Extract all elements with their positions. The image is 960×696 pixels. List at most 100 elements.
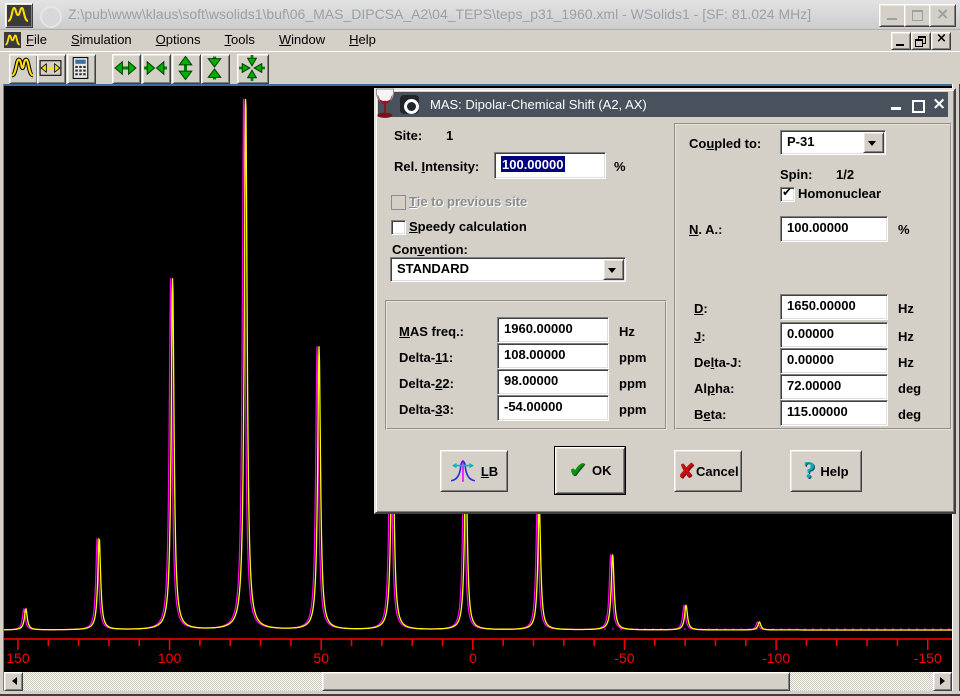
ok-button[interactable]: ✔ OK	[555, 447, 625, 494]
alpha-input[interactable]: 72.00000	[780, 374, 888, 400]
svg-text:100: 100	[158, 650, 182, 666]
j-unit: Hz	[898, 329, 914, 344]
convention-value: STANDARD	[391, 258, 625, 276]
cancel-icon: ✘	[677, 459, 695, 483]
mas-freq-input[interactable]: 1960.00000	[497, 317, 609, 343]
toolbar-lineshape-button[interactable]	[9, 54, 38, 84]
toolbar-expand-horizontal-button[interactable]	[112, 54, 141, 84]
toolbar-expand-width-button[interactable]	[37, 54, 66, 84]
site-label: Site:	[394, 128, 422, 143]
coupled-dropdown-button[interactable]	[863, 132, 884, 153]
scroll-right-button[interactable]	[933, 672, 952, 691]
delta-j-input[interactable]: 0.00000	[780, 348, 888, 374]
menu-help[interactable]: Help	[349, 32, 376, 47]
dialog-app-icon	[400, 95, 419, 114]
dialog-titlebar[interactable]: MAS: Dipolar-Chemical Shift (A2, AX) ×	[378, 92, 948, 117]
spin-label: Spin:	[780, 167, 813, 182]
wsolids-main-window: Z:\pub\www\klaus\soft\wsolids1\buf\06_MA…	[0, 0, 960, 696]
coupled-to-label: Coupled to:	[689, 136, 761, 151]
menu-simulation[interactable]: Simulation	[71, 32, 132, 47]
delta22-input[interactable]: 98.00000	[497, 369, 609, 395]
d-label: D:	[694, 301, 708, 316]
close-button[interactable]: ×	[929, 4, 956, 27]
delta33-input[interactable]: -54.00000	[497, 395, 609, 421]
speedy-checkbox[interactable]	[391, 220, 406, 235]
svg-text:-50: -50	[614, 650, 634, 666]
contract-horizontal-icon	[143, 55, 168, 81]
lb-button-label: LB	[481, 464, 498, 479]
dialog-maximize-button[interactable]	[908, 97, 927, 114]
mdi-restore-button[interactable]	[911, 32, 931, 50]
menu-tools[interactable]: Tools	[225, 32, 255, 47]
rel-intensity-input[interactable]: 100.00000	[494, 152, 606, 179]
mdi-close-button[interactable]: ×	[931, 32, 951, 50]
delta-j-value: 0.00000	[781, 349, 887, 367]
ok-button-label: OK	[592, 463, 612, 478]
mdi-spectrum-icon	[4, 32, 21, 48]
dialog-title: MAS: Dipolar-Chemical Shift (A2, AX)	[430, 97, 647, 112]
speedy-label: Speedy calculation	[409, 219, 527, 234]
j-input[interactable]: 0.00000	[780, 322, 888, 348]
menu-options[interactable]: Options	[156, 32, 201, 47]
toolbar-expand-vertical-button[interactable]	[172, 54, 201, 84]
convention-dropdown-button[interactable]	[603, 259, 624, 280]
toolbar-calculator-button[interactable]	[67, 54, 96, 84]
help-button-label: Help	[820, 464, 848, 479]
mdi-child-icon[interactable]	[4, 32, 21, 48]
delta-j-unit: Hz	[898, 355, 914, 370]
combo-arrow-icon	[608, 268, 616, 277]
d-input[interactable]: 1650.00000	[780, 294, 888, 320]
convention-combobox[interactable]: STANDARD	[390, 257, 626, 282]
csa-group: MAS freq.: 1960.00000 Hz Delta-11: 108.0…	[385, 300, 667, 430]
fit-to-window-icon	[238, 55, 266, 81]
dialog-minimize-button[interactable]	[887, 97, 906, 114]
homonuclear-checkbox[interactable]: ✔	[780, 187, 795, 202]
close-icon: ×	[936, 4, 949, 23]
titlebar: Z:\pub\www\klaus\soft\wsolids1\buf\06_MA…	[0, 0, 960, 30]
delta11-unit: ppm	[619, 350, 646, 365]
toolbar	[0, 51, 960, 85]
calculator-icon	[68, 55, 93, 81]
j-value: 0.00000	[781, 323, 887, 341]
coupled-to-combobox[interactable]: P-31	[780, 130, 886, 155]
svg-text:-100: -100	[762, 650, 790, 666]
na-unit: %	[898, 222, 910, 237]
horizontal-scrollbar[interactable]	[4, 672, 952, 691]
toolbar-fit-to-window-button[interactable]	[237, 54, 269, 84]
scroll-thumb[interactable]	[322, 672, 790, 691]
menu-file[interactable]: File	[26, 32, 47, 47]
na-value: 100.00000	[781, 217, 887, 235]
spin-value: 1/2	[836, 167, 854, 182]
minimize-button[interactable]	[879, 4, 906, 27]
menu-window[interactable]: Window	[279, 32, 325, 47]
mas-freq-unit: Hz	[619, 324, 635, 339]
bottom-frame	[0, 691, 960, 696]
toolbar-contract-horizontal-button[interactable]	[142, 54, 171, 84]
maximize-button[interactable]	[904, 4, 931, 27]
beta-input[interactable]: 115.00000	[780, 400, 888, 426]
delta11-input[interactable]: 108.00000	[497, 343, 609, 369]
lb-button[interactable]: LB	[440, 450, 508, 492]
app-icon[interactable]	[5, 3, 33, 28]
tie-label: Tie to previous site	[409, 194, 527, 209]
cancel-button-label: Cancel	[696, 464, 739, 479]
toolbar-contract-vertical-button[interactable]	[201, 54, 230, 84]
scroll-left-button[interactable]	[4, 672, 23, 691]
expand-horizontal-icon	[113, 55, 138, 81]
maximize-icon	[912, 10, 923, 21]
client-top-highlight	[4, 84, 952, 86]
mdi-minimize-button[interactable]	[891, 32, 911, 50]
wineglass-icon	[372, 88, 398, 119]
mdi-close-icon: ×	[936, 31, 947, 46]
menu-items: File Simulation Options Tools Window Hel…	[26, 32, 376, 47]
dialog-close-button[interactable]: ×	[929, 97, 948, 114]
na-label: N. A.:	[689, 222, 722, 237]
beta-label: Beta:	[694, 407, 727, 422]
na-input[interactable]: 100.00000	[780, 216, 888, 242]
mdi-restore-icon2	[915, 39, 923, 47]
d-value: 1650.00000	[781, 295, 887, 313]
tie-checkbox[interactable]	[391, 195, 406, 210]
beta-value: 115.00000	[781, 401, 887, 419]
cancel-button[interactable]: ✘ Cancel	[674, 450, 742, 492]
help-button[interactable]: ? Help	[790, 450, 862, 492]
